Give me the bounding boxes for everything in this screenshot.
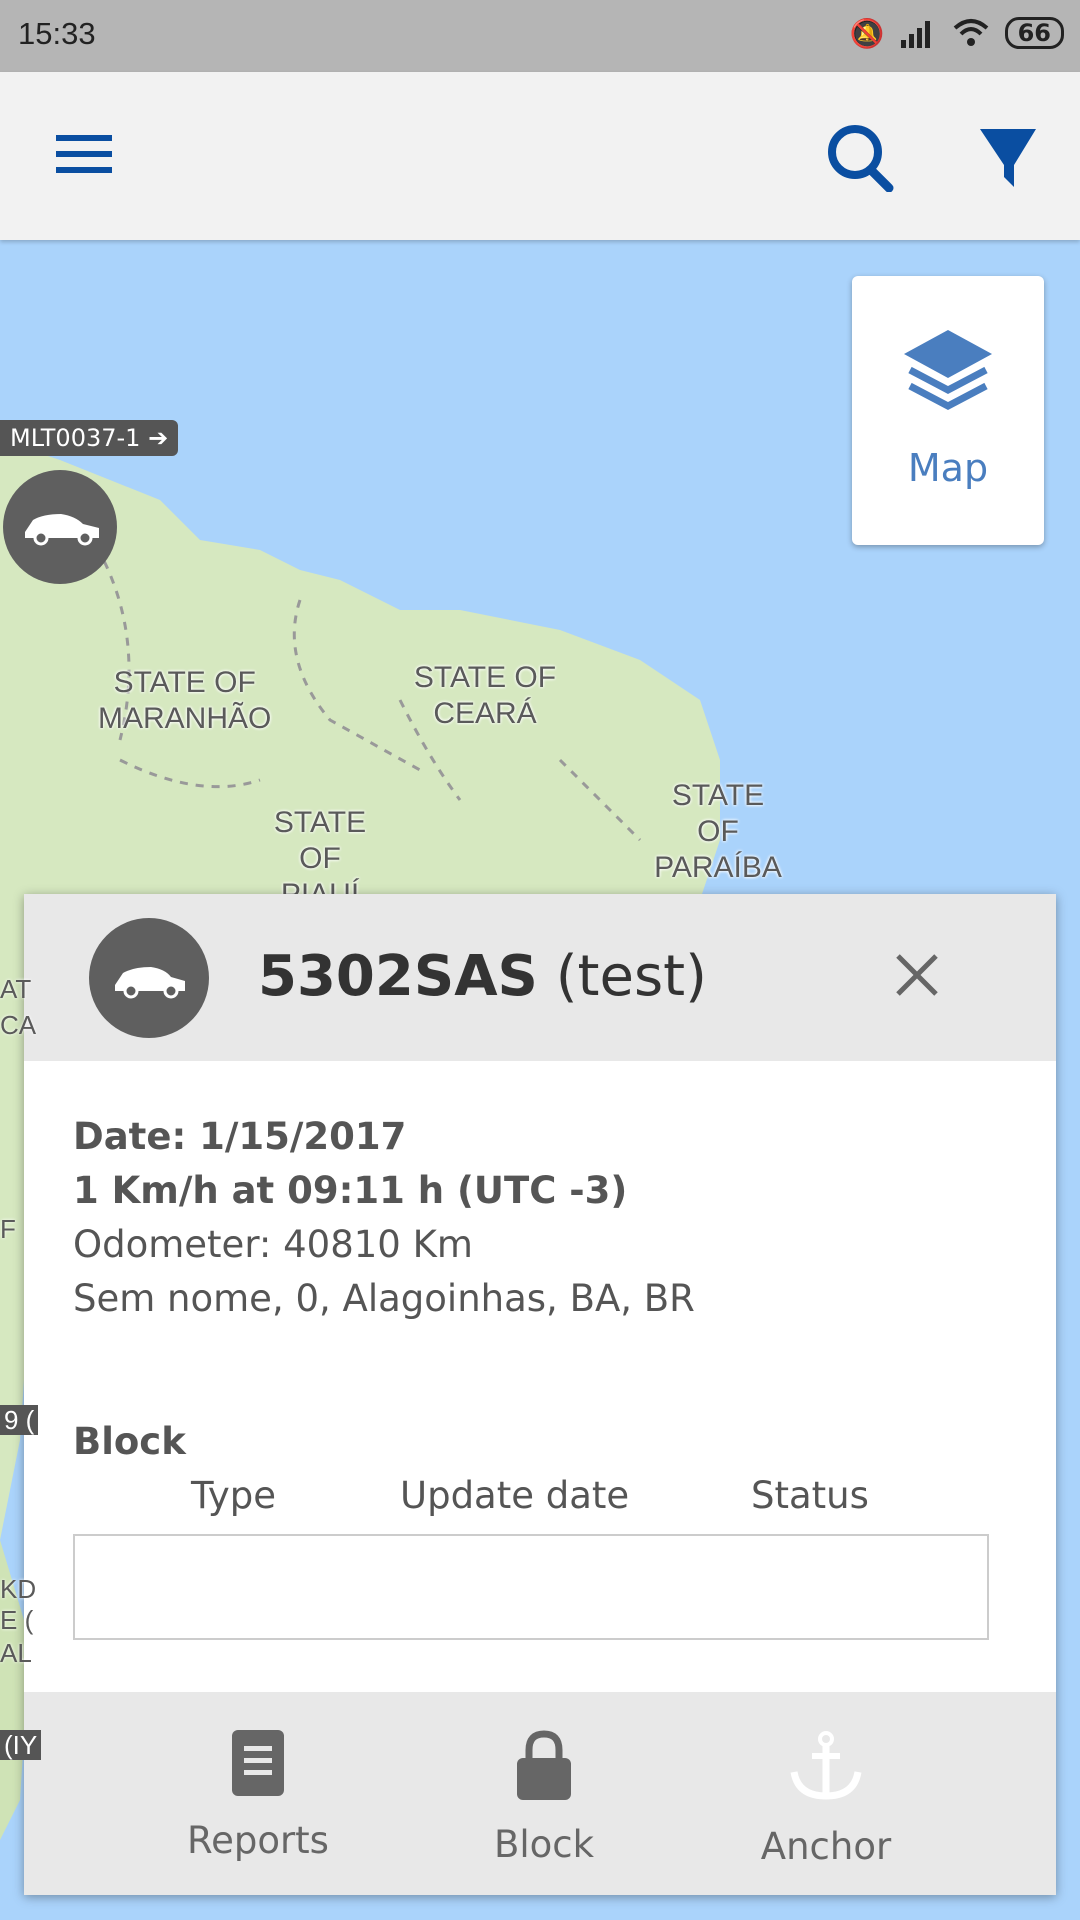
block-heading: Block	[73, 1420, 186, 1463]
vehicle-tag-label: MLT0037-1	[10, 424, 141, 452]
vehicle-detail-panel: 5302SAS (test) Date: 1/15/2017 1 Km/h at…	[24, 894, 1056, 1895]
reports-button[interactable]: Reports	[148, 1730, 368, 1862]
map-label: STATE OF MARANHÃO	[98, 666, 272, 735]
vehicle-name: (test)	[555, 944, 707, 1009]
layers-icon	[904, 330, 992, 410]
map-label: STATE OF PARAÍBA	[654, 779, 782, 884]
column-status: Status	[751, 1474, 869, 1517]
reports-label: Reports	[187, 1819, 329, 1862]
map-partial-label: AL	[0, 1638, 32, 1668]
battery-indicator: 66	[1004, 17, 1064, 49]
info-speed: 1 Km/h at 09:11 h (UTC -3)	[73, 1169, 628, 1212]
vehicle-info: Date: 1/15/2017 1 Km/h at 09:11 h (UTC -…	[73, 1110, 695, 1326]
anchor-button[interactable]: Anchor	[716, 1730, 936, 1868]
panel-header: 5302SAS (test)	[24, 894, 1056, 1061]
search-icon[interactable]	[825, 122, 901, 192]
vehicle-title: 5302SAS (test)	[258, 944, 707, 1009]
block-table	[73, 1534, 989, 1640]
info-address: Sem nome, 0, Alagoinhas, BA, BR	[73, 1277, 695, 1320]
vehicle-tag-partial[interactable]: (IY	[0, 1730, 42, 1760]
toolbar	[0, 72, 1080, 240]
filter-icon[interactable]	[978, 127, 1038, 189]
map-partial-label: F	[0, 1214, 16, 1244]
car-icon	[115, 967, 185, 999]
block-button[interactable]: Block	[434, 1730, 654, 1866]
map-partial-label: KD	[0, 1574, 37, 1604]
map-partial-label: AT	[0, 974, 32, 1004]
status-time: 15:33	[18, 16, 96, 51]
mute-icon: 🔕	[849, 16, 885, 50]
map-label: STATE OF CEARÁ	[413, 661, 557, 730]
vehicle-avatar	[89, 918, 209, 1038]
wifi-icon	[953, 19, 988, 46]
block-label: Block	[493, 1823, 595, 1866]
map-partial-label: E (	[0, 1605, 34, 1635]
signal-icon	[900, 21, 930, 48]
panel-footer: Reports Block Anchor	[24, 1692, 1056, 1895]
column-update-date: Update date	[400, 1474, 630, 1517]
column-type: Type	[191, 1474, 276, 1517]
map-layer-button[interactable]: Map	[852, 276, 1044, 545]
vehicle-plate: 5302SAS	[258, 944, 538, 1009]
info-date: Date: 1/15/2017	[73, 1115, 407, 1158]
car-icon	[25, 514, 99, 546]
status-bar: 15:33 🔕 66	[0, 0, 1080, 72]
report-icon	[232, 1730, 284, 1796]
map-layer-label: Map	[907, 446, 989, 490]
anchor-label: Anchor	[760, 1825, 892, 1868]
map-partial-label: CA	[0, 1010, 37, 1040]
close-icon[interactable]	[894, 952, 940, 998]
lock-icon	[517, 1730, 571, 1800]
anchor-icon	[790, 1731, 862, 1800]
info-odometer: Odometer: 40810 Km	[73, 1223, 473, 1266]
vehicle-tag[interactable]: MLT0037-1 ➔	[0, 420, 179, 456]
hamburger-icon[interactable]	[56, 135, 112, 175]
vehicle-tag-partial[interactable]: 9 (	[0, 1405, 39, 1435]
vehicle-marker[interactable]	[3, 470, 117, 584]
